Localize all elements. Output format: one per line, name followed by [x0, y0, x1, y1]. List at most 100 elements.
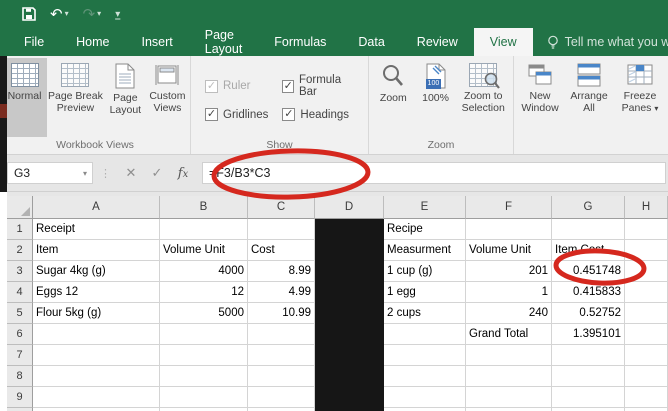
cell-C1[interactable]: [248, 219, 315, 240]
cell-E4[interactable]: 1 egg: [384, 282, 466, 303]
cell-B5[interactable]: 5000: [160, 303, 248, 324]
cell-A7[interactable]: [33, 345, 160, 366]
cell-A1[interactable]: Receipt: [33, 219, 160, 240]
row-header-5[interactable]: 5: [7, 303, 33, 324]
cell-H6[interactable]: [625, 324, 668, 345]
headings-checkbox[interactable]: ✓ Headings: [282, 108, 354, 121]
cell-E9[interactable]: [384, 387, 466, 408]
cell-E5[interactable]: 2 cups: [384, 303, 466, 324]
cell-A6[interactable]: [33, 324, 160, 345]
cell-C7[interactable]: [248, 345, 315, 366]
cell-F9[interactable]: [466, 387, 552, 408]
enter-icon[interactable]: ✓: [144, 165, 170, 181]
zoom-button[interactable]: Zoom: [371, 58, 416, 137]
cell-C3[interactable]: 8.99: [248, 261, 315, 282]
tab-page-layout[interactable]: Page Layout: [189, 28, 259, 56]
row-header-3[interactable]: 3: [7, 261, 33, 282]
cell-F7[interactable]: [466, 345, 552, 366]
cell-G8[interactable]: [552, 366, 625, 387]
cell-G5[interactable]: 0.52752: [552, 303, 625, 324]
cell-H7[interactable]: [625, 345, 668, 366]
new-window-button[interactable]: New Window: [516, 58, 564, 149]
tab-view[interactable]: View: [474, 28, 533, 56]
tab-formulas[interactable]: Formulas: [258, 28, 342, 56]
cell-B2[interactable]: Volume Unit: [160, 240, 248, 261]
column-header-E[interactable]: E: [384, 196, 466, 219]
tab-file[interactable]: File: [8, 28, 60, 56]
cell-C8[interactable]: [248, 366, 315, 387]
cell-G2[interactable]: Item Cost: [552, 240, 625, 261]
page-break-preview-button[interactable]: Page Break Preview: [47, 58, 104, 137]
row-header-1[interactable]: 1: [7, 219, 33, 240]
name-box[interactable]: G3 ▾: [7, 162, 93, 184]
column-header-F[interactable]: F: [466, 196, 552, 219]
gridlines-checkbox[interactable]: ✓ Gridlines: [205, 108, 268, 121]
cell-H1[interactable]: [625, 219, 668, 240]
save-icon[interactable]: [22, 7, 36, 21]
cell-B8[interactable]: [160, 366, 248, 387]
cell-E8[interactable]: [384, 366, 466, 387]
cell-F8[interactable]: [466, 366, 552, 387]
cell-B1[interactable]: [160, 219, 248, 240]
column-header-H[interactable]: H: [625, 196, 668, 219]
cell-B6[interactable]: [160, 324, 248, 345]
column-header-D[interactable]: D: [315, 196, 384, 219]
cell-E2[interactable]: Measurment: [384, 240, 466, 261]
cell-F5[interactable]: 240: [466, 303, 552, 324]
cell-G9[interactable]: [552, 387, 625, 408]
cell-F1[interactable]: [466, 219, 552, 240]
arrange-all-button[interactable]: Arrange All: [564, 58, 614, 149]
cell-B7[interactable]: [160, 345, 248, 366]
cell-A8[interactable]: [33, 366, 160, 387]
zoom-to-selection-button[interactable]: Zoom to Selection: [455, 58, 511, 137]
cell-B9[interactable]: [160, 387, 248, 408]
cell-A4[interactable]: Eggs 12: [33, 282, 160, 303]
cell-G6[interactable]: 1.395101: [552, 324, 625, 345]
custom-views-button[interactable]: Custom Views: [147, 58, 188, 137]
cell-A2[interactable]: Item: [33, 240, 160, 261]
cell-B3[interactable]: 4000: [160, 261, 248, 282]
cell-F2[interactable]: Volume Unit: [466, 240, 552, 261]
cell-E3[interactable]: 1 cup (g): [384, 261, 466, 282]
tab-home[interactable]: Home: [60, 28, 125, 56]
cell-E7[interactable]: [384, 345, 466, 366]
undo-dropdown-icon[interactable]: ▾: [65, 10, 69, 18]
cell-H5[interactable]: [625, 303, 668, 324]
formula-bar-checkbox[interactable]: ✓ Formula Bar: [282, 74, 354, 98]
column-header-G[interactable]: G: [552, 196, 625, 219]
normal-view-button[interactable]: Normal: [2, 58, 47, 137]
cell-C2[interactable]: Cost: [248, 240, 315, 261]
cell-G3[interactable]: 0.451748: [552, 261, 625, 282]
name-box-dropdown-icon[interactable]: ▾: [83, 169, 92, 178]
cell-H9[interactable]: [625, 387, 668, 408]
cell-F4[interactable]: 1: [466, 282, 552, 303]
cell-G1[interactable]: [552, 219, 625, 240]
insert-function-icon[interactable]: fx: [170, 166, 196, 181]
row-header-2[interactable]: 2: [7, 240, 33, 261]
tab-review[interactable]: Review: [401, 28, 474, 56]
row-header-7[interactable]: 7: [7, 345, 33, 366]
customize-qat-icon[interactable]: ▾̲: [115, 9, 121, 20]
cell-H4[interactable]: [625, 282, 668, 303]
column-header-A[interactable]: A: [33, 196, 160, 219]
cell-H3[interactable]: [625, 261, 668, 282]
select-all-corner[interactable]: [7, 196, 33, 219]
cell-H2[interactable]: [625, 240, 668, 261]
row-header-4[interactable]: 4: [7, 282, 33, 303]
cell-E1[interactable]: Recipe: [384, 219, 466, 240]
cell-B4[interactable]: 12: [160, 282, 248, 303]
cancel-icon[interactable]: ✕: [118, 165, 144, 181]
tell-me-box[interactable]: Tell me what you wa: [533, 28, 668, 56]
cell-C5[interactable]: 10.99: [248, 303, 315, 324]
cell-A5[interactable]: Flour 5kg (g): [33, 303, 160, 324]
cell-G7[interactable]: [552, 345, 625, 366]
cell-F3[interactable]: 201: [466, 261, 552, 282]
row-header-6[interactable]: 6: [7, 324, 33, 345]
column-header-B[interactable]: B: [160, 196, 248, 219]
cell-G4[interactable]: 0.415833: [552, 282, 625, 303]
page-layout-view-button[interactable]: Page Layout: [104, 58, 147, 137]
column-header-C[interactable]: C: [248, 196, 315, 219]
row-header-9[interactable]: 9: [7, 387, 33, 408]
cell-C4[interactable]: 4.99: [248, 282, 315, 303]
cell-C6[interactable]: [248, 324, 315, 345]
